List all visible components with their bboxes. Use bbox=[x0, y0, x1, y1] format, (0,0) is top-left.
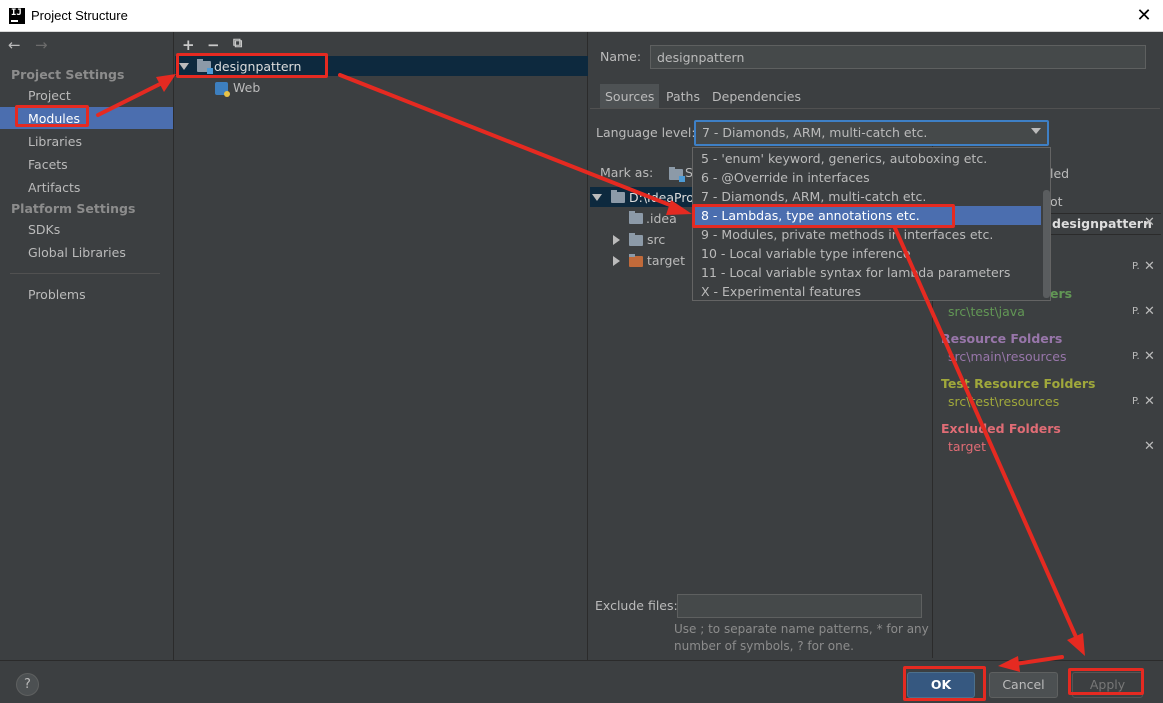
annotation-box-apply bbox=[1068, 668, 1144, 695]
module-name-field[interactable]: designpattern bbox=[650, 45, 1146, 69]
web-facet-item[interactable]: Web bbox=[233, 80, 260, 95]
tab-paths[interactable]: Paths bbox=[661, 84, 705, 109]
mark-as-label: Mark as: bbox=[600, 165, 654, 180]
expand-arrow-icon[interactable] bbox=[592, 194, 602, 201]
remove-module-icon[interactable]: − bbox=[207, 36, 220, 54]
resource-path: src\main\resources bbox=[948, 349, 1067, 364]
nav-item-artifacts[interactable]: Artifacts bbox=[28, 180, 80, 195]
tree-item-idea[interactable]: .idea bbox=[646, 211, 677, 226]
nav-item-facets[interactable]: Facets bbox=[28, 157, 68, 172]
collapse-arrow-icon[interactable] bbox=[613, 256, 620, 266]
remove-root-icon[interactable]: ✕ bbox=[1144, 215, 1155, 230]
nav-item-problems[interactable]: Problems bbox=[28, 287, 86, 302]
back-arrow-icon[interactable]: ← bbox=[8, 36, 21, 54]
intellij-app-icon: IJ bbox=[9, 8, 25, 24]
properties-icon[interactable]: P. bbox=[1132, 351, 1140, 362]
test-resource-folders-title: Test Resource Folders bbox=[941, 376, 1096, 391]
annotation-box-ok bbox=[903, 666, 986, 701]
title-bar bbox=[0, 0, 1163, 32]
platform-settings-header: Platform Settings bbox=[11, 201, 136, 216]
remove-folder-icon[interactable]: ✕ bbox=[1144, 439, 1155, 454]
language-level-combo[interactable]: 7 - Diamonds, ARM, multi-catch etc. bbox=[694, 120, 1049, 146]
language-option-x[interactable]: X - Experimental features bbox=[701, 284, 861, 303]
cancel-button[interactable]: Cancel bbox=[989, 672, 1058, 698]
exclude-files-label: Exclude files: bbox=[595, 598, 678, 613]
nav-item-project[interactable]: Project bbox=[28, 88, 71, 103]
test-resource-path: src\test\resources bbox=[948, 394, 1060, 409]
properties-icon[interactable]: P. bbox=[1132, 261, 1140, 272]
language-option-10[interactable]: 10 - Local variable type inference bbox=[701, 246, 911, 265]
help-button[interactable]: ? bbox=[16, 673, 39, 696]
nav-item-global-libraries[interactable]: Global Libraries bbox=[28, 245, 126, 260]
content-root-item[interactable]: D:\IdeaPro bbox=[629, 190, 694, 205]
exclude-files-input[interactable] bbox=[677, 594, 922, 618]
root-partial-label: ot bbox=[1050, 194, 1063, 209]
annotation-box-option-8 bbox=[692, 204, 955, 228]
language-option-6[interactable]: 6 - @Override in interfaces bbox=[701, 170, 870, 189]
sources-folder-icon[interactable] bbox=[669, 167, 685, 182]
nav-divider bbox=[10, 273, 160, 274]
remove-folder-icon[interactable]: ✕ bbox=[1144, 304, 1155, 319]
tree-item-target[interactable]: target bbox=[647, 253, 685, 268]
language-option-5[interactable]: 5 - 'enum' keyword, generics, autoboxing… bbox=[701, 151, 987, 170]
tree-item-src[interactable]: src bbox=[647, 232, 665, 247]
excluded-folders-title: Excluded Folders bbox=[941, 421, 1061, 436]
copy-module-icon[interactable]: ⧉ bbox=[233, 36, 242, 51]
add-content-root-partial[interactable]: led bbox=[1050, 166, 1069, 181]
nav-item-sdks[interactable]: SDKs bbox=[28, 222, 60, 237]
excluded-path: target bbox=[948, 439, 987, 454]
remove-folder-icon[interactable]: ✕ bbox=[1144, 349, 1155, 364]
properties-icon[interactable]: P. bbox=[1132, 306, 1140, 317]
content-root-title: designpattern bbox=[1052, 216, 1152, 231]
name-label: Name: bbox=[600, 49, 642, 64]
tabs-divider bbox=[590, 108, 1160, 109]
resource-folders-title: Resource Folders bbox=[941, 331, 1063, 346]
folder-icon bbox=[629, 233, 643, 246]
language-level-label: Language level: bbox=[596, 125, 696, 140]
collapse-arrow-icon[interactable] bbox=[613, 235, 620, 245]
properties-icon[interactable]: P. bbox=[1132, 396, 1140, 407]
annotation-box-modules bbox=[15, 105, 89, 127]
excluded-folder-icon bbox=[629, 254, 643, 267]
add-module-icon[interactable]: + bbox=[182, 36, 195, 54]
dropdown-scrollbar[interactable] bbox=[1043, 190, 1050, 298]
language-option-9[interactable]: 9 - Modules, private methods in interfac… bbox=[701, 227, 993, 246]
module-tree-panel bbox=[175, 32, 588, 660]
test-source-folders-title: ers bbox=[1050, 286, 1073, 301]
test-source-path: src\test\java bbox=[948, 304, 1025, 319]
tab-sources[interactable]: Sources bbox=[600, 84, 660, 109]
remove-folder-icon[interactable]: ✕ bbox=[1144, 394, 1155, 409]
nav-item-libraries[interactable]: Libraries bbox=[28, 134, 82, 149]
remove-folder-icon[interactable]: ✕ bbox=[1144, 259, 1155, 274]
folder-icon bbox=[629, 211, 643, 224]
annotation-box-module bbox=[176, 53, 328, 78]
window-title: Project Structure bbox=[31, 8, 128, 23]
language-option-11[interactable]: 11 - Local variable syntax for lambda pa… bbox=[701, 265, 1010, 284]
exclude-files-hint: Use ; to separate name patterns, * for a… bbox=[674, 622, 929, 653]
chevron-down-icon[interactable] bbox=[1031, 128, 1041, 134]
forward-arrow-icon[interactable]: → bbox=[35, 36, 48, 54]
folder-icon bbox=[611, 190, 625, 203]
project-settings-header: Project Settings bbox=[11, 67, 125, 82]
tab-dependencies[interactable]: Dependencies bbox=[707, 84, 806, 109]
web-facet-icon bbox=[215, 82, 230, 97]
close-icon[interactable]: ✕ bbox=[1131, 3, 1157, 29]
